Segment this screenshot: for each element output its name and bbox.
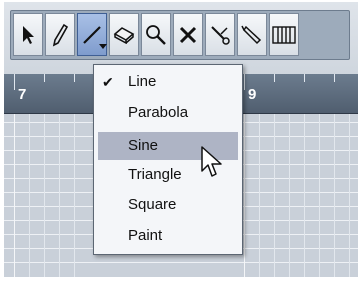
drumstick-tool-button[interactable] xyxy=(269,13,299,56)
menu-item-label: Paint xyxy=(128,227,163,244)
object-selection-tool-button[interactable] xyxy=(13,13,43,56)
menu-item-line[interactable]: ✔ Line xyxy=(98,70,238,94)
zoom-tool-button[interactable] xyxy=(141,13,171,56)
menu-item-label: Triangle xyxy=(128,166,182,183)
ruler-tick xyxy=(244,74,245,90)
menu-item-label: Parabola xyxy=(128,104,189,121)
grid-beat-line xyxy=(274,114,275,277)
ruler-tick xyxy=(334,74,335,82)
tool-strip xyxy=(10,10,350,60)
grid-beat-line xyxy=(334,114,335,277)
ruler-tick xyxy=(44,74,45,82)
scissors-icon xyxy=(211,25,230,45)
line-tool-button[interactable] xyxy=(77,13,107,56)
grid-beat-line xyxy=(289,114,290,277)
delete-tool-button[interactable] xyxy=(173,13,203,56)
ruler-tick xyxy=(14,74,15,90)
draw-tool-button[interactable] xyxy=(45,13,75,56)
grid-beat-line xyxy=(59,114,60,277)
menu-item-label: Square xyxy=(128,196,177,213)
grid-beat-line xyxy=(259,114,260,277)
eraser-icon xyxy=(113,26,135,44)
grid-beat-line xyxy=(29,114,30,277)
grid-beat-line xyxy=(44,114,45,277)
arrow-pointer-icon xyxy=(23,25,34,44)
mouse-cursor-icon xyxy=(201,146,222,177)
menu-item-square[interactable]: Square xyxy=(98,193,238,217)
pencil-icon xyxy=(52,23,69,46)
chevron-down-icon xyxy=(99,44,107,49)
grid-bar-line xyxy=(244,114,245,277)
ruler-tick xyxy=(274,74,275,82)
menu-item-paint[interactable]: Paint xyxy=(98,224,238,248)
split-tool-button[interactable] xyxy=(205,13,235,56)
grid-beat-line xyxy=(74,114,75,277)
grid-bar-line xyxy=(14,114,15,277)
glue-tool-button[interactable] xyxy=(237,13,267,56)
x-icon xyxy=(179,26,197,43)
ruler-tick xyxy=(304,74,305,82)
menu-item-label: Line xyxy=(128,73,157,90)
glue-tube-icon xyxy=(241,25,262,44)
ruler-label-bar-7: 7 xyxy=(18,86,27,103)
menu-item-parabola[interactable]: Parabola xyxy=(98,101,238,125)
screenshot-stage: 7 9 ✔ Line Parabola Sine Triangle Square… xyxy=(0,0,358,282)
magnifier-icon xyxy=(146,24,166,45)
checkmark-icon: ✔ xyxy=(102,74,114,90)
grid-beat-line xyxy=(349,114,350,277)
menu-item-label: Sine xyxy=(128,137,159,154)
grid-beat-line xyxy=(304,114,305,277)
grid-beat-line xyxy=(319,114,320,277)
ruler-label-bar-9: 9 xyxy=(248,86,257,103)
ruler-tick xyxy=(74,74,75,82)
eraser-tool-button[interactable] xyxy=(109,13,139,56)
drumstick-bars-icon xyxy=(272,25,296,44)
line-icon xyxy=(83,25,101,44)
